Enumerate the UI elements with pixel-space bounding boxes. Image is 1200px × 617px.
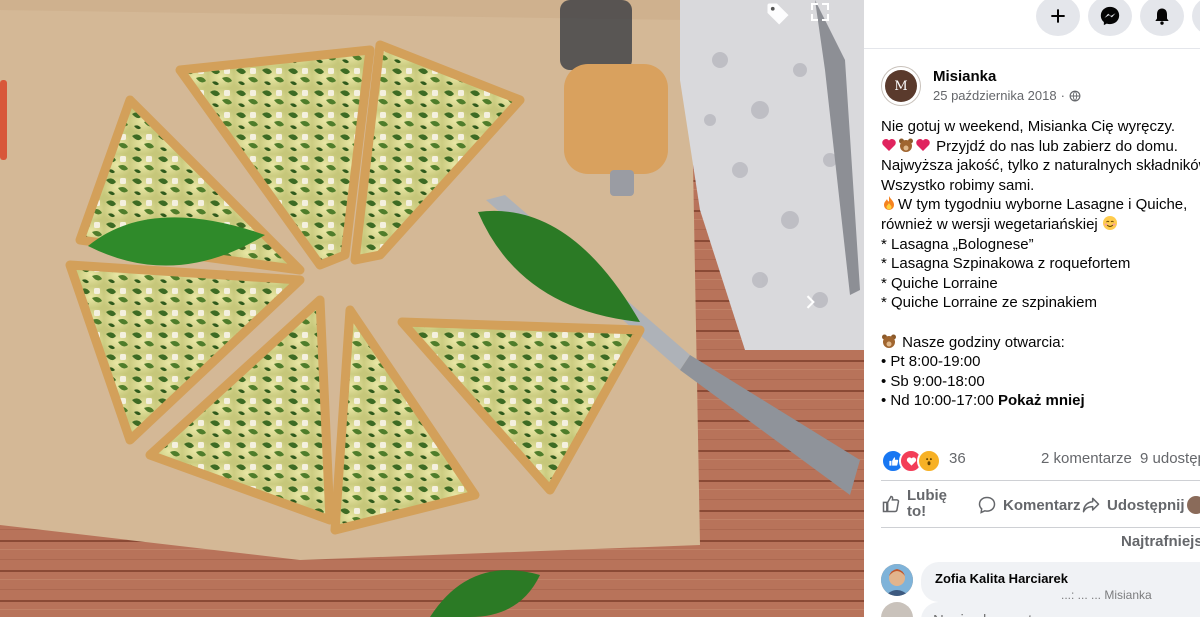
fullscreen-icon (811, 3, 829, 21)
comment-bubble: Zofia Kalita Harciarek ...: ... ... Misi… (921, 562, 1200, 602)
avatar-letter: M (885, 70, 917, 102)
post-date-text[interactable]: 25 października 2018 (933, 88, 1057, 103)
like-button[interactable]: Lubię to! (881, 488, 953, 520)
post-line-text: również w wersji wegetariańskiej (881, 215, 1102, 233)
current-user-avatar[interactable] (881, 602, 913, 617)
reaction-icons[interactable] (881, 449, 941, 473)
post-side-panel: M Misianka 25 października 2018 · Nie go… (864, 0, 1200, 617)
post-actions: Lubię to! Komentarz Udostępnij (881, 480, 1200, 528)
write-comment-row (881, 602, 1200, 617)
commenter-avatar[interactable] (881, 564, 913, 596)
comments-count[interactable]: 2 komentarze (1041, 450, 1132, 467)
share-as-avatar[interactable] (1187, 496, 1200, 514)
reactions-bar: 36 2 komentarze 9 udostępnień (881, 449, 1200, 473)
comment-icon (978, 496, 996, 514)
post-line: Nie gotuj w weekend, Misianka Cię wyręcz… (881, 118, 1176, 135)
comment-input[interactable] (921, 602, 1200, 617)
fullscreen-button[interactable] (808, 0, 848, 34)
post-date: 25 października 2018 · (933, 88, 1081, 103)
share-icon (1082, 497, 1100, 513)
comment-text: ...: ... ... Misianka (1061, 588, 1152, 602)
chevron-right-icon (806, 295, 815, 309)
post-paragraph-gap (881, 313, 1200, 333)
post-photo[interactable] (0, 0, 864, 617)
tag-icon (767, 3, 789, 25)
post-line-text: W tym tygodniu wyborne Lasagne i Quiche, (898, 196, 1188, 214)
account-button[interactable] (1192, 0, 1200, 36)
tag-photo-button[interactable] (764, 0, 804, 34)
like-label: Lubię to! (907, 487, 947, 520)
share-button[interactable]: Udostępnij (1081, 495, 1185, 515)
post-line: * Lasagna Szpinakowa z roquefortem (881, 255, 1131, 273)
plus-icon (1051, 9, 1065, 23)
post-line-14: • Nd 10:00-17:00 Pokaż mniej (881, 391, 1200, 411)
post-line: • Pt 8:00-19:00 (881, 353, 981, 371)
comment-button[interactable]: Komentarz (977, 495, 1081, 515)
share-label: Udostępnij (1107, 496, 1185, 514)
post-line-6: również w wersji wegetariańskiej (881, 215, 1200, 235)
commenter-name[interactable]: Zofia Kalita Harciarek (935, 571, 1068, 586)
post-line-text: • Nd 10:00-17:00 (881, 392, 998, 410)
shares-count[interactable]: 9 udostępnień (1140, 450, 1200, 467)
post-line: Najwyższa jakość, tylko z naturalnych sk… (881, 157, 1200, 175)
post-line-5: W tym tygodniu wyborne Lasagne i Quiche, (881, 195, 1200, 215)
top-bar (864, 0, 1200, 49)
create-button[interactable] (1036, 0, 1080, 36)
post-line-text: Przyjdź do nas lub zabierz do domu. (932, 137, 1178, 155)
wow-reaction-icon (917, 449, 941, 473)
post-line: • Sb 9:00-18:00 (881, 372, 985, 390)
notifications-button[interactable] (1140, 0, 1184, 36)
post-header: M Misianka 25 października 2018 · (881, 66, 1200, 110)
heart-icon (916, 138, 930, 151)
fire-icon (884, 196, 894, 211)
post-line: * Quiche Lorraine ze szpinakiem (881, 294, 1097, 312)
bear-icon (899, 138, 913, 152)
next-photo-button[interactable] (800, 292, 844, 336)
page-avatar[interactable]: M (881, 66, 921, 106)
post-line: * Lasagna „Bolognese” (881, 235, 1034, 253)
comment-sort-selector[interactable]: Najtrafniejsze (1121, 533, 1200, 550)
post-date-separator: · (1060, 88, 1065, 103)
thumbs-up-icon (882, 495, 900, 513)
reaction-count[interactable]: 36 (949, 450, 966, 467)
post-line: Wszystko robimy sami. (881, 176, 1035, 194)
bell-icon (1155, 8, 1169, 25)
post-line: * Quiche Lorraine (881, 274, 998, 292)
quiche-photo (0, 0, 864, 617)
heart-icon (882, 138, 896, 151)
commenter-photo (881, 564, 913, 596)
post-line-11: Nasze godziny otwarcia: (881, 333, 1200, 353)
comment: Zofia Kalita Harciarek ...: ... ... Misi… (881, 562, 1200, 602)
blush-smile-icon (1102, 215, 1117, 230)
author-name[interactable]: Misianka (933, 68, 996, 85)
post-line-2: Przyjdź do nas lub zabierz do domu. (881, 137, 1200, 157)
comment-label: Komentarz (1003, 496, 1081, 514)
bear-icon (882, 334, 896, 348)
show-less-link[interactable]: Pokaż mniej (998, 392, 1085, 409)
messenger-button[interactable] (1088, 0, 1132, 36)
post-text: Nie gotuj w weekend, Misianka Cię wyręcz… (881, 117, 1200, 411)
post-line-text: Nasze godziny otwarcia: (898, 333, 1065, 351)
messenger-icon (1100, 6, 1120, 26)
globe-icon (1069, 90, 1081, 101)
